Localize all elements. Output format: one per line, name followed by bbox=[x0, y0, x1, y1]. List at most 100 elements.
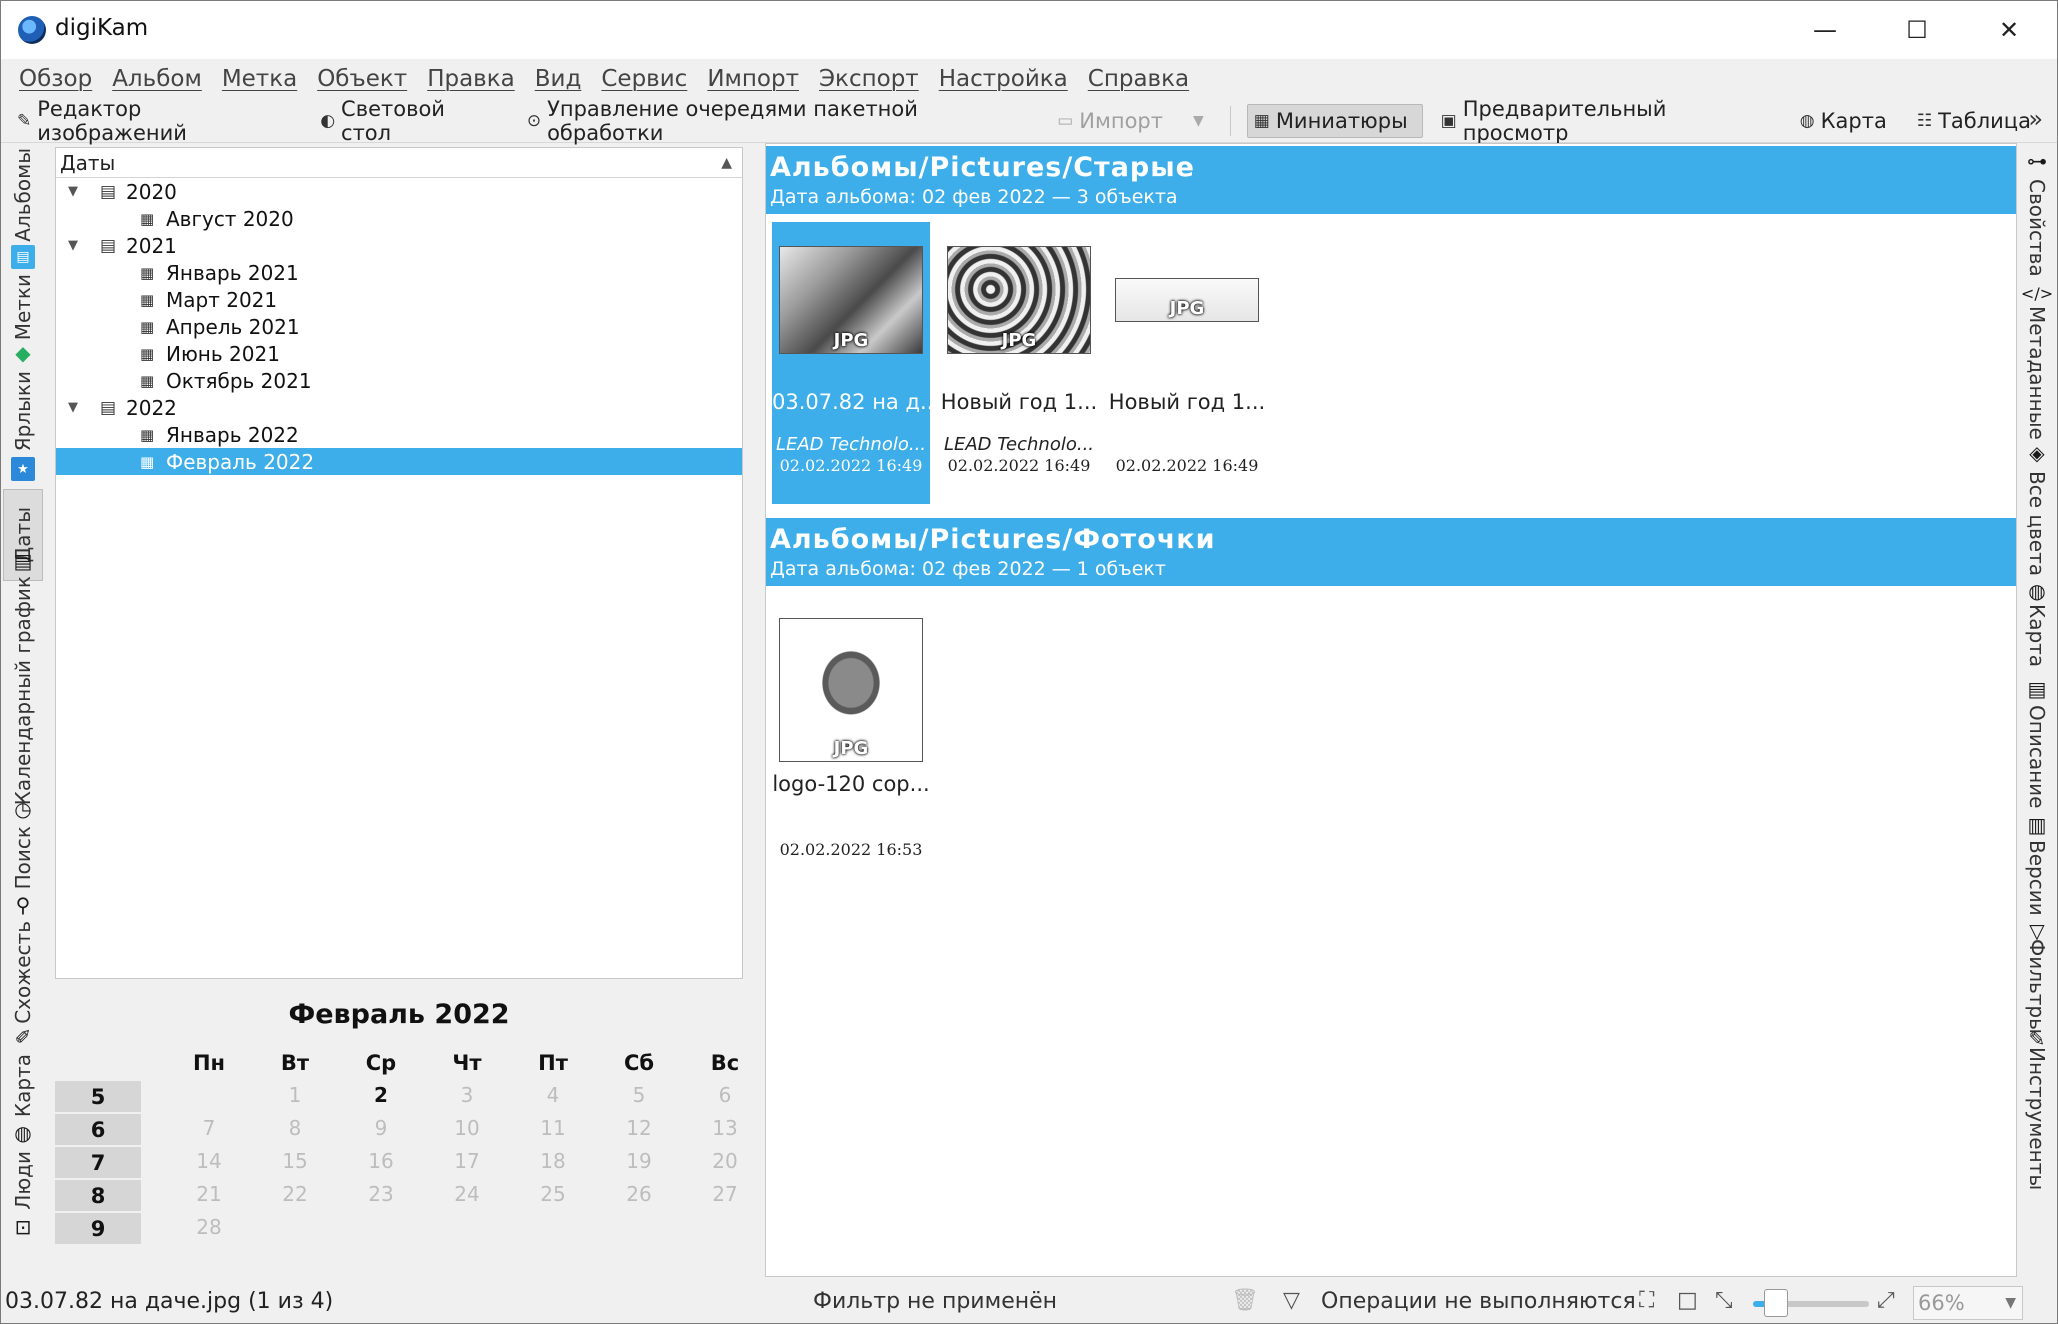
calendar-date[interactable]: 23 bbox=[339, 1182, 423, 1206]
expand-arrow-icon[interactable]: ▼ bbox=[68, 184, 78, 199]
week-number[interactable]: 8 bbox=[55, 1180, 141, 1211]
calendar-date[interactable]: 1 bbox=[253, 1083, 337, 1107]
filter-icon[interactable]: ▽ bbox=[1283, 1288, 1300, 1313]
calendar-date[interactable]: 27 bbox=[683, 1182, 767, 1206]
map-view-button[interactable]: ◍ Карта bbox=[1796, 104, 1891, 138]
menu-tag[interactable]: Метка bbox=[212, 66, 307, 92]
menu-edit[interactable]: Правка bbox=[417, 66, 525, 92]
menu-settings[interactable]: Настройка bbox=[929, 66, 1078, 92]
tab-people[interactable]: Люди bbox=[3, 1149, 43, 1211]
week-number[interactable]: 9 bbox=[55, 1213, 141, 1244]
thumbnails-view-button[interactable]: ▦ Миниатюры bbox=[1246, 103, 1423, 138]
thumbnail-item[interactable]: JPG Новый год 1... 02.02.2022 16:49 bbox=[1108, 222, 1266, 504]
calendar-date[interactable]: 14 bbox=[167, 1149, 251, 1173]
menu-export[interactable]: Экспорт bbox=[809, 66, 929, 92]
tab-map[interactable]: Карта bbox=[3, 1053, 43, 1119]
fit-window-icon[interactable]: □ bbox=[1677, 1288, 1698, 1313]
expand-arrow-icon[interactable]: ▼ bbox=[68, 400, 78, 415]
calendar-date[interactable]: 22 bbox=[253, 1182, 337, 1206]
calendar-date[interactable]: 25 bbox=[511, 1182, 595, 1206]
tab-filters[interactable]: Фильтры bbox=[2017, 939, 2057, 1034]
tab-right-map[interactable]: Карта bbox=[2017, 604, 2057, 667]
menu-item[interactable]: Объект bbox=[307, 66, 417, 92]
calendar-date[interactable]: 12 bbox=[597, 1116, 681, 1140]
zoom-combo[interactable]: 66% ▼ bbox=[1913, 1286, 2023, 1320]
calendar-date[interactable]: 16 bbox=[339, 1149, 423, 1173]
tree-month-row[interactable]: ▦ Октябрь 2021 bbox=[56, 367, 742, 394]
calendar-date[interactable]: 6 bbox=[683, 1083, 767, 1107]
thumbnail-item[interactable]: JPG 03.07.82 на д... LEAD Technolo... 02.02… bbox=[772, 222, 940, 504]
calendar-date[interactable]: 21 bbox=[167, 1182, 251, 1206]
zoom-slider-handle[interactable] bbox=[1764, 1289, 1789, 1317]
tab-similarity[interactable]: Схожесть bbox=[3, 921, 43, 1024]
tab-timeline[interactable]: Календарный график bbox=[3, 576, 43, 805]
menu-tools[interactable]: Сервис bbox=[591, 66, 697, 92]
zoom-out-icon[interactable]: ⤡ bbox=[1715, 1288, 1733, 1313]
tab-tags[interactable]: Метки bbox=[3, 271, 43, 343]
calendar-date[interactable]: 2 bbox=[339, 1083, 423, 1107]
menu-help[interactable]: Справка bbox=[1078, 66, 1199, 92]
tree-month-row[interactable]: ▦ Март 2021 bbox=[56, 286, 742, 313]
tab-colors[interactable]: Все цвета bbox=[2017, 469, 2057, 577]
tree-month-row[interactable]: ▦ Август 2020 bbox=[56, 205, 742, 232]
tree-month-row[interactable]: ▦ Июнь 2021 bbox=[56, 340, 742, 367]
calendar-date[interactable]: 4 bbox=[511, 1083, 595, 1107]
batch-queue-button[interactable]: ⊙ Управление очередями пакетной обработк… bbox=[523, 97, 1031, 145]
tree-month-row[interactable]: ▦ Февраль 2022 bbox=[56, 448, 742, 475]
calendar-date[interactable]: 3 bbox=[425, 1083, 509, 1107]
calendar-date[interactable]: 26 bbox=[597, 1182, 681, 1206]
image-editor-button[interactable]: ✎ Редактор изображений bbox=[13, 97, 294, 145]
calendar-date[interactable]: 17 bbox=[425, 1149, 509, 1173]
tree-year-row[interactable]: ▼ ▤ 2021 bbox=[56, 232, 742, 259]
calendar-date[interactable]: 24 bbox=[425, 1182, 509, 1206]
calendar-date[interactable]: 8 bbox=[253, 1116, 337, 1140]
calendar-date[interactable]: 15 bbox=[253, 1149, 337, 1173]
calendar-date[interactable]: 13 bbox=[683, 1116, 767, 1140]
expand-arrow-icon[interactable]: ▼ bbox=[68, 238, 78, 253]
album-group-header[interactable]: Альбомы/Pictures/Фоточки Дата альбома: 02… bbox=[766, 518, 2016, 586]
calendar-date[interactable]: 19 bbox=[597, 1149, 681, 1173]
import-button[interactable]: ▭ Импорт ▼ bbox=[1053, 104, 1208, 138]
calendar-date[interactable]: 10 bbox=[425, 1116, 509, 1140]
week-number[interactable]: 5 bbox=[55, 1081, 141, 1112]
trash-icon[interactable]: 🗑 bbox=[1231, 1288, 1259, 1313]
tree-year-row[interactable]: ▼ ▤ 2020 bbox=[56, 178, 742, 205]
calendar-date[interactable]: 7 bbox=[167, 1116, 251, 1140]
calendar-date[interactable]: 18 bbox=[511, 1149, 595, 1173]
table-view-button[interactable]: ☷ Таблица bbox=[1913, 104, 2035, 138]
tab-description[interactable]: Описание bbox=[2017, 705, 2057, 809]
zoom-to-selection-icon[interactable]: ⛶ bbox=[1639, 1288, 1654, 1313]
calendar-date[interactable]: 9 bbox=[339, 1116, 423, 1140]
tab-labels[interactable]: Ярлыки bbox=[3, 369, 43, 453]
close-button[interactable]: ✕ bbox=[1963, 1, 2055, 59]
calendar-date[interactable]: 5 bbox=[597, 1083, 681, 1107]
week-number[interactable]: 6 bbox=[55, 1114, 141, 1145]
menu-view[interactable]: Вид bbox=[525, 66, 592, 92]
tree-month-row[interactable]: ▦ Январь 2022 bbox=[56, 421, 742, 448]
calendar-date[interactable]: 11 bbox=[511, 1116, 595, 1140]
menu-album[interactable]: Альбом bbox=[102, 66, 212, 92]
week-number[interactable]: 7 bbox=[55, 1147, 141, 1178]
tree-month-row[interactable]: ▦ Апрель 2021 bbox=[56, 313, 742, 340]
tab-albums[interactable]: Альбомы bbox=[3, 147, 43, 243]
tab-versions[interactable]: Версии bbox=[2017, 840, 2057, 916]
toolbar-overflow-button[interactable]: » bbox=[2028, 105, 2043, 133]
thumbnail-item[interactable]: JPG logo-120 cop... 02.02.2022 16:53 bbox=[772, 594, 930, 876]
maximize-button[interactable]: ☐ bbox=[1871, 1, 1963, 59]
tree-year-row[interactable]: ▼ ▤ 2022 bbox=[56, 394, 742, 421]
calendar-date[interactable]: 28 bbox=[167, 1215, 251, 1239]
thumbnail-item[interactable]: JPG Новый год 1... LEAD Technolo... 02.02.2… bbox=[940, 222, 1098, 504]
album-group-header[interactable]: Альбомы/Pictures/Старые Дата альбома: 02 … bbox=[766, 146, 2016, 214]
light-table-button[interactable]: ◐ Световой стол bbox=[316, 97, 501, 145]
menu-browse[interactable]: Обзор bbox=[9, 66, 102, 92]
tab-metadata[interactable]: Метаданные bbox=[2017, 306, 2057, 440]
preview-view-button[interactable]: ▣ Предварительный просмотр bbox=[1437, 97, 1774, 145]
zoom-in-icon[interactable]: ⤢ bbox=[1877, 1288, 1895, 1313]
dates-tree-header[interactable]: Даты ▲ bbox=[56, 148, 742, 178]
calendar-date[interactable]: 20 bbox=[683, 1149, 767, 1173]
menu-import[interactable]: Импорт bbox=[697, 66, 809, 92]
tab-search[interactable]: Поиск bbox=[3, 825, 43, 891]
tab-tools[interactable]: Инструменты bbox=[2017, 1047, 2057, 1190]
tab-properties[interactable]: Свойства bbox=[2017, 175, 2057, 281]
minimize-button[interactable]: — bbox=[1779, 1, 1871, 59]
